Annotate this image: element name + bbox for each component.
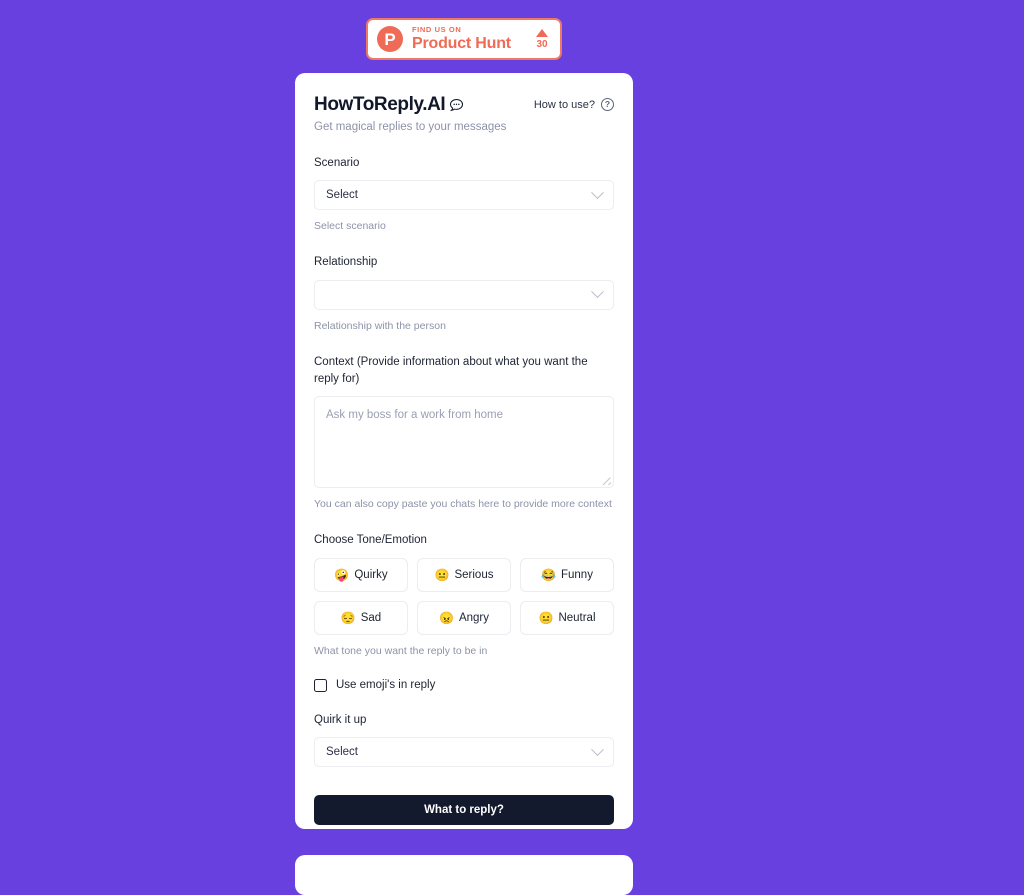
product-hunt-logo-icon: P (377, 26, 403, 52)
context-field: Context (Provide information about what … (314, 354, 614, 513)
card-header: HowToReply.AI Get magical replies to you… (314, 95, 614, 135)
angry-emoji-icon: 😠 (439, 610, 454, 625)
tone-option-serious[interactable]: 😐 Serious (417, 557, 511, 592)
brand-block: HowToReply.AI Get magical replies to you… (314, 95, 506, 135)
tone-option-funny[interactable]: 😂 Funny (520, 557, 614, 592)
quirk-label: Quirk it up (314, 713, 367, 726)
product-hunt-text: FIND US ON Product Hunt (412, 26, 527, 52)
context-label: Context (Provide information about what … (314, 355, 588, 385)
page-subtitle: Get magical replies to your messages (314, 121, 507, 133)
neutral-emoji-icon: 😐 (538, 610, 554, 625)
reply-generator-card: HowToReply.AI Get magical replies to you… (295, 73, 633, 829)
serious-emoji-icon: 😐 (434, 567, 450, 582)
quirk-select[interactable]: Select (314, 737, 614, 768)
scenario-select-value: Select (326, 189, 358, 202)
tone-field: Choose Tone/Emotion 🤪 Quirky 😐 Serious 😂… (314, 532, 614, 658)
speech-bubble-icon (449, 98, 464, 113)
chevron-down-icon (591, 285, 604, 299)
what-to-reply-button[interactable]: What to reply? (314, 795, 614, 826)
upvote-triangle-icon (536, 28, 548, 37)
relationship-helper: Relationship with the person (314, 319, 446, 332)
context-textarea[interactable]: Ask my boss for a work from home (314, 396, 614, 489)
chevron-down-icon (591, 742, 604, 756)
product-hunt-name: Product Hunt (412, 34, 511, 52)
use-emoji-label: Use emoji's in reply (336, 679, 436, 692)
page-title-text: HowToReply.AI (314, 94, 446, 115)
how-to-use-button[interactable]: How to use? ? (534, 95, 614, 111)
how-to-use-label: How to use? (533, 98, 595, 111)
quirk-select-value: Select (326, 746, 358, 759)
quirky-emoji-icon: 🤪 (334, 567, 350, 582)
relationship-select[interactable] (314, 279, 614, 310)
secondary-card (295, 855, 633, 895)
chevron-down-icon (591, 185, 604, 199)
context-helper: You can also copy paste you chats here t… (314, 498, 612, 511)
context-placeholder: Ask my boss for a work from home (326, 409, 504, 422)
resize-grip-icon[interactable] (601, 475, 611, 485)
scenario-select[interactable]: Select (314, 180, 614, 211)
tone-option-label: Sad (360, 611, 382, 624)
question-circle-icon: ? (601, 98, 614, 111)
tone-helper: What tone you want the reply to be in (314, 644, 488, 657)
sad-emoji-icon: 😔 (340, 610, 356, 625)
page-title: HowToReply.AI (314, 95, 506, 114)
funny-emoji-icon: 😂 (541, 567, 556, 582)
relationship-label: Relationship (314, 256, 378, 269)
tone-options-grid: 🤪 Quirky 😐 Serious 😂 Funny 😔 Sad 😠 Angry… (314, 557, 614, 635)
tone-option-quirky[interactable]: 🤪 Quirky (314, 557, 408, 592)
scenario-field: Scenario Select Select scenario (314, 155, 614, 234)
tone-option-label: Neutral (558, 611, 596, 624)
use-emoji-checkbox[interactable] (314, 678, 327, 692)
upvote-count: 30 (536, 38, 548, 50)
scenario-helper: Select scenario (314, 220, 386, 233)
tone-option-sad[interactable]: 😔 Sad (314, 600, 408, 635)
tone-option-label: Serious (454, 568, 494, 581)
use-emoji-checkbox-row[interactable]: Use emoji's in reply (314, 678, 614, 692)
quirk-field: Quirk it up Select (314, 712, 614, 768)
tone-label: Choose Tone/Emotion (314, 534, 427, 547)
tone-option-label: Quirky (354, 568, 388, 581)
product-hunt-badge[interactable]: P FIND US ON Product Hunt 30 (366, 18, 562, 60)
product-hunt-find-us-on: FIND US ON (412, 25, 462, 35)
tone-option-label: Funny (560, 568, 593, 581)
relationship-field: Relationship Relationship with the perso… (314, 254, 614, 333)
tone-option-neutral[interactable]: 😐 Neutral (520, 600, 614, 635)
tone-option-angry[interactable]: 😠 Angry (417, 600, 511, 635)
scenario-label: Scenario (314, 156, 360, 169)
tone-option-label: Angry (458, 611, 489, 624)
product-hunt-upvote[interactable]: 30 (536, 28, 550, 50)
